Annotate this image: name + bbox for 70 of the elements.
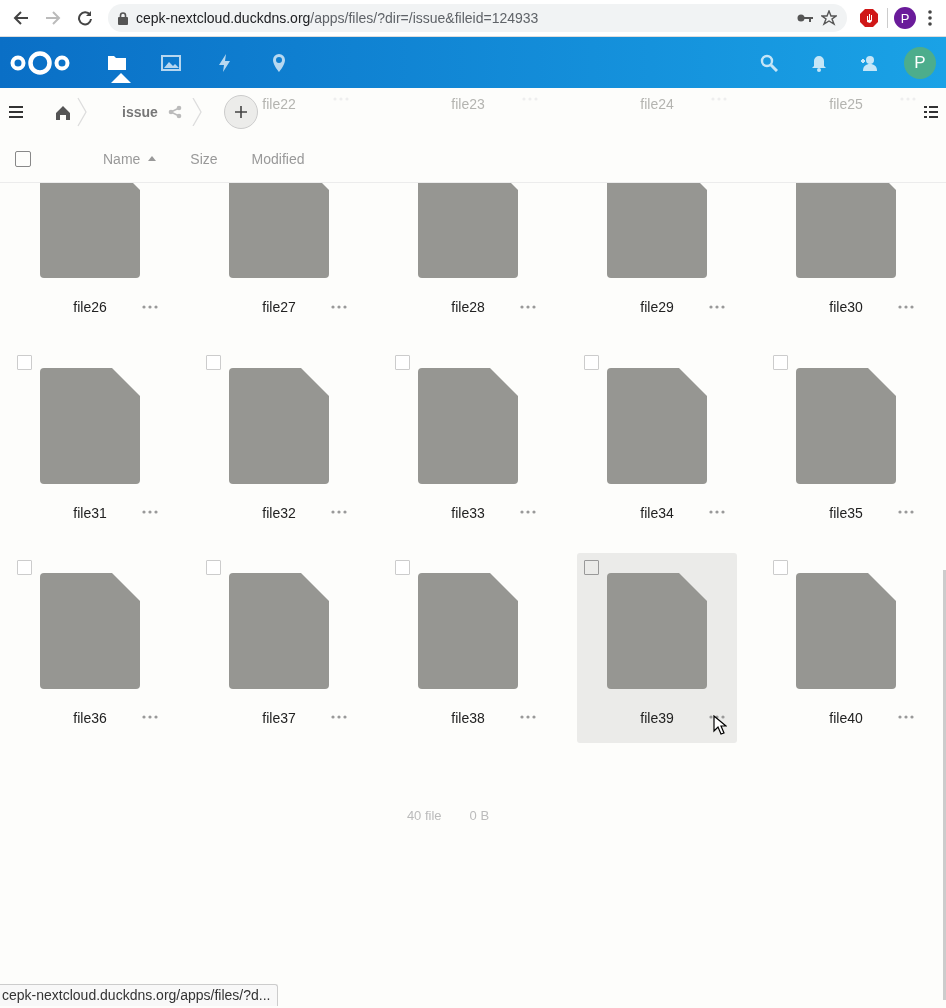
scrollbar[interactable] (943, 570, 946, 1000)
checkbox[interactable] (584, 560, 599, 575)
extension-icon[interactable] (857, 6, 881, 30)
cursor-icon (713, 715, 727, 735)
file-name[interactable]: file34 (640, 505, 674, 521)
file-count: 40 file (406, 808, 442, 823)
file-icon (418, 183, 518, 278)
address-bar[interactable]: cepk-nextcloud.duckdns.org/apps/files/?dir=/issue&fileid=124933 (108, 4, 847, 32)
file-name[interactable]: file38 (451, 710, 485, 726)
file-name[interactable]: file36 (73, 710, 107, 726)
checkbox[interactable] (584, 355, 599, 370)
file-icon (796, 368, 896, 484)
key-icon[interactable] (797, 13, 813, 23)
file-name[interactable]: file27 (262, 299, 296, 315)
back-icon[interactable] (13, 10, 29, 26)
file-icon (40, 573, 140, 689)
file-icon (229, 183, 329, 278)
file-icon (418, 368, 518, 484)
select-all-checkbox[interactable] (15, 150, 31, 167)
file-icon (40, 183, 140, 278)
file-icon (607, 183, 707, 278)
breadcrumb-separator (191, 97, 202, 126)
file-icon (40, 368, 140, 484)
file-name[interactable]: file29 (640, 299, 674, 315)
profile-avatar[interactable]: P (894, 7, 916, 29)
checkbox[interactable] (206, 560, 221, 575)
file-icon (796, 183, 896, 278)
file-name[interactable]: file30 (829, 299, 863, 315)
menu-icon[interactable] (8, 104, 24, 119)
file-icon (229, 368, 329, 484)
file-name[interactable]: file40 (829, 710, 863, 726)
file-name: file22 (262, 96, 296, 112)
search-icon[interactable] (760, 53, 778, 72)
file-name[interactable]: file39 (640, 710, 674, 726)
bell-icon[interactable] (810, 53, 828, 72)
file-name: file23 (451, 96, 485, 112)
file-name: file25 (829, 96, 863, 112)
add-button[interactable] (223, 94, 258, 129)
checkbox[interactable] (395, 560, 410, 575)
file-icon (607, 368, 707, 484)
lock-icon (118, 11, 128, 25)
file-name[interactable]: file32 (262, 505, 296, 521)
logo-icon[interactable] (10, 49, 70, 76)
file-icon (229, 573, 329, 689)
contacts-icon[interactable] (860, 53, 878, 72)
star-icon[interactable] (821, 10, 837, 26)
checkbox[interactable] (395, 355, 410, 370)
plus-icon (233, 104, 248, 119)
file-tile[interactable]: file39 (577, 553, 737, 743)
list-view-icon[interactable] (924, 104, 938, 119)
file-icon (607, 573, 707, 689)
file-name[interactable]: file28 (451, 299, 485, 315)
file-icon (418, 573, 518, 689)
file-name[interactable]: file35 (829, 505, 863, 521)
checkbox[interactable] (17, 560, 32, 575)
image-icon[interactable] (161, 52, 181, 73)
file-name: file24 (640, 96, 674, 112)
file-icon (796, 573, 896, 689)
file-name[interactable]: file33 (451, 505, 485, 521)
file-name[interactable]: file37 (262, 710, 296, 726)
share-icon[interactable] (167, 104, 182, 119)
checkbox[interactable] (17, 355, 32, 370)
file-name[interactable]: file31 (73, 505, 107, 521)
folder-crumb[interactable]: issue (122, 103, 158, 120)
checkbox[interactable] (206, 355, 221, 370)
total-size: 0 B (469, 808, 490, 823)
checkbox[interactable] (773, 560, 788, 575)
file-name[interactable]: file26 (73, 299, 107, 315)
reload-icon[interactable] (77, 10, 93, 26)
checkbox[interactable] (773, 355, 788, 370)
